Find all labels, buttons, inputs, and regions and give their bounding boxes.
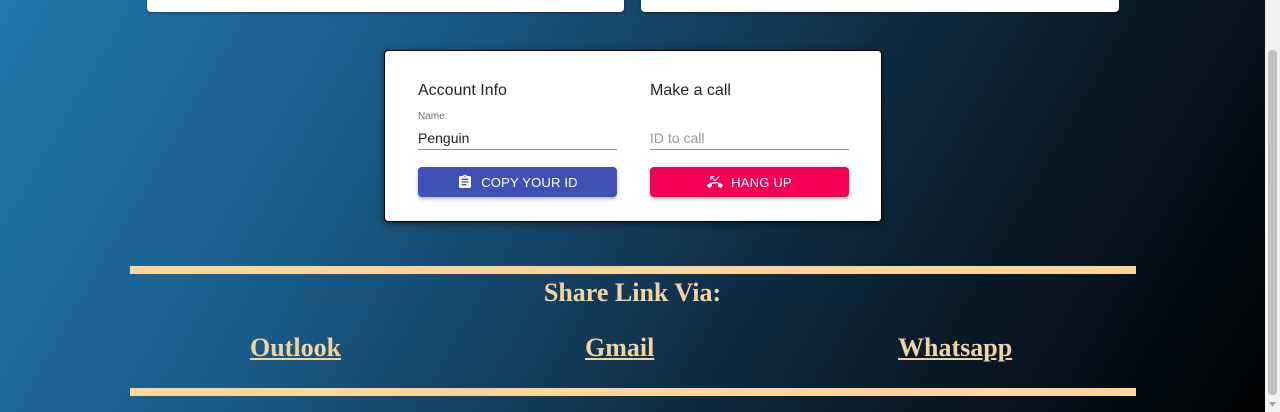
- scroll-down-arrow-icon[interactable]: [1265, 397, 1280, 412]
- clipboard-icon: [457, 174, 473, 190]
- video-card-left: [147, 0, 624, 12]
- share-outlook-link[interactable]: Outlook: [250, 333, 341, 363]
- divider-top: [130, 266, 1136, 274]
- scrollbar-thumb[interactable]: [1268, 50, 1277, 395]
- make-call-heading: Make a call: [650, 82, 731, 99]
- divider-bottom: [130, 388, 1136, 396]
- share-gmail-link[interactable]: Gmail: [585, 333, 654, 363]
- hang-up-label: HANG UP: [731, 174, 792, 190]
- name-field-label: Name: [418, 111, 445, 122]
- account-info-heading: Account Info: [418, 82, 507, 99]
- copy-id-button[interactable]: COPY YOUR ID: [418, 167, 617, 197]
- vertical-scrollbar[interactable]: [1265, 0, 1280, 412]
- id-to-call-input[interactable]: [650, 127, 849, 150]
- controls-panel: Account Info Name COPY YOUR ID Make a ca…: [384, 50, 882, 222]
- share-whatsapp-link[interactable]: Whatsapp: [898, 333, 1012, 363]
- share-title: Share Link Via:: [543, 278, 722, 307]
- copy-id-label: COPY YOUR ID: [481, 174, 578, 190]
- phone-missed-icon: [707, 174, 724, 190]
- name-input[interactable]: [418, 127, 617, 150]
- video-card-right: [641, 0, 1119, 12]
- hang-up-button[interactable]: HANG UP: [650, 167, 849, 197]
